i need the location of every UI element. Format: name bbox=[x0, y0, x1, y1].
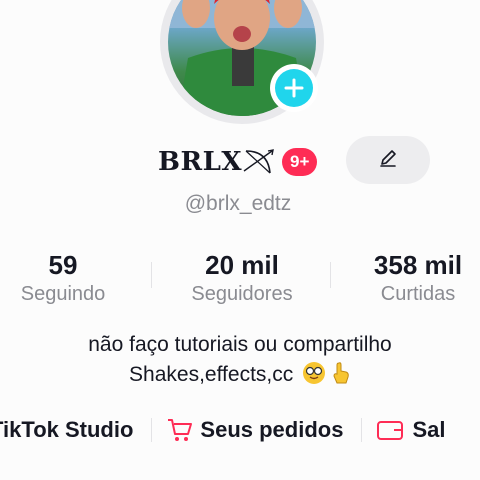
orders-link[interactable]: Seus pedidos bbox=[166, 417, 343, 443]
profile-handle: @brlx_edtz bbox=[184, 192, 292, 215]
nerd-emoji-icon bbox=[303, 362, 326, 384]
pencil-icon bbox=[377, 147, 399, 174]
stat-following[interactable]: 59 Seguindo bbox=[8, 250, 118, 306]
pointing-hand-icon bbox=[331, 361, 351, 385]
profile-links-row: TikTok Studio Seus pedidos Sal bbox=[0, 410, 446, 450]
stat-label: Seguindo bbox=[20, 283, 106, 305]
stat-value: 358 mil bbox=[373, 250, 463, 280]
orders-label: Seus pedidos bbox=[200, 417, 344, 442]
edit-profile-button[interactable] bbox=[346, 136, 430, 184]
profile-bio: não faço tutoriais ou compartilho Shakes… bbox=[0, 330, 480, 390]
bow-arrow-icon bbox=[242, 147, 276, 177]
stat-followers[interactable]: 20 mil Seguidores bbox=[172, 250, 312, 306]
notification-badge[interactable]: 9+ bbox=[282, 148, 318, 176]
stat-label: Curtidas bbox=[380, 283, 456, 305]
stat-label: Seguidores bbox=[191, 283, 293, 305]
stat-value: 20 mil bbox=[205, 250, 279, 280]
link-divider bbox=[151, 418, 153, 442]
balance-link[interactable]: Sal bbox=[376, 417, 446, 443]
stat-divider bbox=[330, 262, 331, 288]
profile-name-row: BRLX 9+ bbox=[158, 142, 318, 182]
wallet-icon bbox=[376, 418, 404, 442]
cart-icon bbox=[166, 417, 194, 443]
tiktok-studio-label: TikTok Studio bbox=[0, 417, 134, 442]
stat-likes[interactable]: 358 mil Curtidas bbox=[358, 250, 478, 306]
stat-divider bbox=[151, 262, 152, 288]
bio-line-2: Shakes,effects,cc bbox=[0, 360, 480, 390]
bio-line: não faço tutoriais ou compartilho bbox=[88, 333, 392, 356]
add-avatar-button[interactable] bbox=[270, 64, 318, 112]
balance-label: Sal bbox=[412, 417, 446, 442]
link-divider bbox=[361, 418, 363, 442]
add-icon bbox=[275, 69, 313, 107]
bio-line-text: Shakes,effects,cc bbox=[129, 363, 294, 386]
stat-value: 59 bbox=[48, 250, 78, 280]
tiktok-studio-link[interactable]: TikTok Studio bbox=[0, 417, 133, 443]
profile-name: BRLX bbox=[158, 147, 243, 177]
